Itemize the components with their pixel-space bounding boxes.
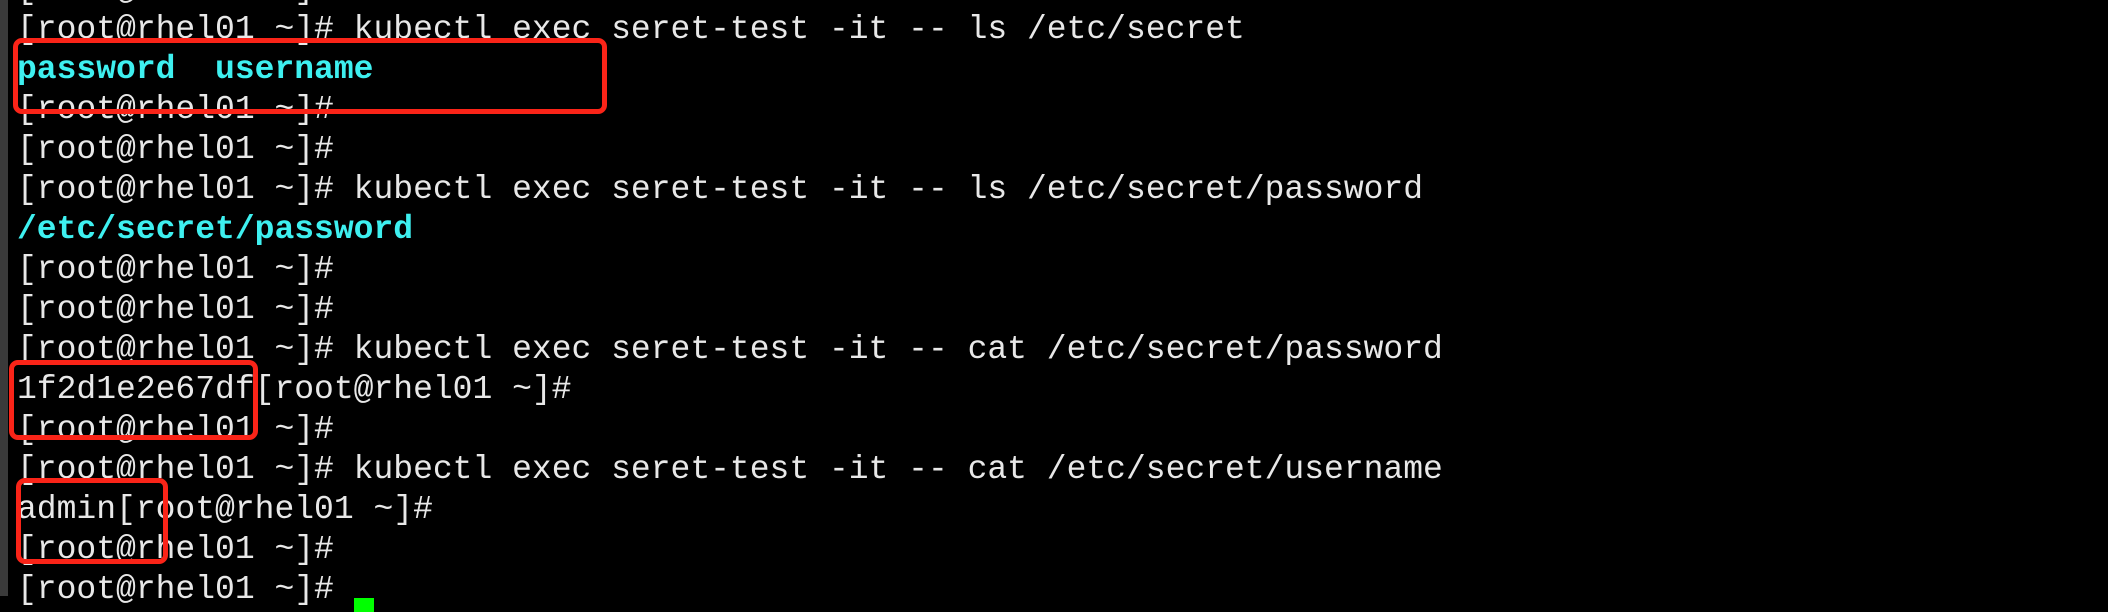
terminal-line: 1f2d1e2e67df[root@rhel01 ~]# xyxy=(17,370,2108,410)
terminal-line: [root@rhel01 ~]# xyxy=(17,410,2108,450)
terminal-line: [root@rhel01 ~]# kubectl exec seret-test… xyxy=(17,330,2108,370)
terminal-line: [root@rhel01 ~]# kubectl exec seret-test… xyxy=(17,450,2108,490)
prompt-text: [root@rhel01 ~]# xyxy=(17,171,334,208)
terminal-line: [root@rhel01 ~]# xyxy=(17,250,2108,290)
cursor-block xyxy=(353,598,374,612)
terminal-line: [root@rhel01 ~]# xyxy=(17,570,2108,612)
terminal-line: [root@rhel01 ~]# xyxy=(17,130,2108,170)
prompt-text: [root@rhel01 ~]# xyxy=(17,571,354,608)
highlight-box-username-value xyxy=(16,478,168,564)
window-edge xyxy=(0,0,8,596)
command-text: kubectl exec seret-test -it -- cat /etc/… xyxy=(333,451,1443,488)
terminal-line: [root@rhel01 ~]# xyxy=(17,0,2108,10)
prompt-text: [root@rhel01 ~]# xyxy=(17,291,334,328)
command-text: kubectl exec seret-test -it -- cat /etc/… xyxy=(333,331,1443,368)
terminal-line: [root@rhel01 ~]# xyxy=(17,530,2108,570)
command-text: kubectl exec seret-test -it -- ls /etc/s… xyxy=(333,171,1424,208)
terminal-line: [root@rhel01 ~]# xyxy=(17,290,2108,330)
prompt-text: [root@rhel01 ~]# xyxy=(17,251,334,288)
terminal-line: /etc/secret/password xyxy=(17,210,2108,250)
terminal-line: admin[root@rhel01 ~]# xyxy=(17,490,2108,530)
terminal-line: [root@rhel01 ~]# kubectl exec seret-test… xyxy=(17,170,2108,210)
prompt-text: [root@rhel01 ~]# xyxy=(17,131,334,168)
highlight-box-listing xyxy=(13,38,607,114)
prompt-text: [root@rhel01 ~]# xyxy=(17,0,334,8)
highlight-box-password-value xyxy=(9,360,258,440)
listing-output: /etc/secret/password xyxy=(17,211,414,248)
